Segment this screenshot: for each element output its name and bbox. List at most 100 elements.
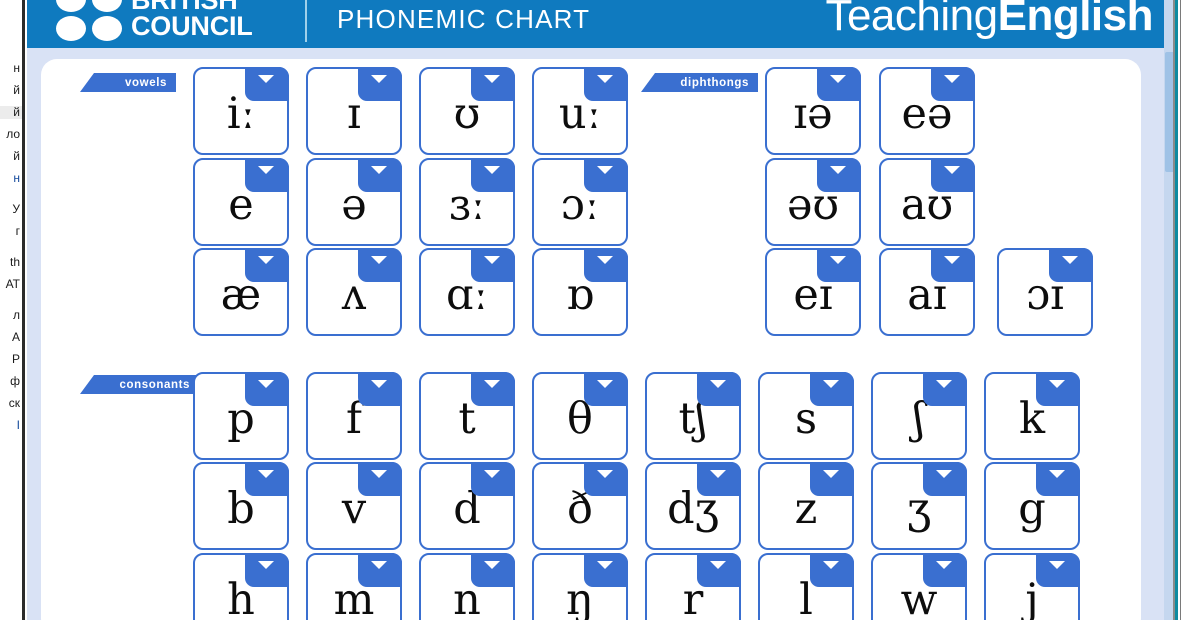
chevron-down-icon[interactable]	[584, 67, 628, 101]
chevron-down-icon[interactable]	[471, 553, 515, 587]
phoneme-card-consonant[interactable]: tʃ	[645, 372, 741, 460]
sidebar-link[interactable]: Р	[0, 353, 22, 366]
chevron-down-icon[interactable]	[584, 553, 628, 587]
chevron-down-icon[interactable]	[817, 67, 861, 101]
sidebar-link[interactable]: й	[0, 106, 22, 119]
chevron-down-icon[interactable]	[817, 248, 861, 282]
phoneme-card-consonant[interactable]: v	[306, 462, 402, 550]
sidebar-link[interactable]: ск	[0, 397, 22, 410]
phoneme-card-vowel[interactable]: ɒ	[532, 248, 628, 336]
phoneme-card-vowel[interactable]: ə	[306, 158, 402, 246]
phoneme-card-diphthong[interactable]: aʊ	[879, 158, 975, 246]
phoneme-card-consonant[interactable]: m	[306, 553, 402, 620]
sidebar-link[interactable]: й	[0, 150, 22, 163]
chevron-down-icon[interactable]	[245, 553, 289, 587]
chevron-down-icon[interactable]	[245, 158, 289, 192]
phoneme-card-vowel[interactable]: ɑː	[419, 248, 515, 336]
phoneme-card-consonant[interactable]: dʒ	[645, 462, 741, 550]
chevron-down-icon[interactable]	[584, 248, 628, 282]
phoneme-card-consonant[interactable]: l	[758, 553, 854, 620]
chevron-down-icon[interactable]	[697, 372, 741, 406]
phoneme-card-consonant[interactable]: ð	[532, 462, 628, 550]
phoneme-card-consonant[interactable]: k	[984, 372, 1080, 460]
phoneme-card-vowel[interactable]: æ	[193, 248, 289, 336]
phoneme-card-consonant[interactable]: g	[984, 462, 1080, 550]
chevron-down-icon[interactable]	[358, 462, 402, 496]
phoneme-card-consonant[interactable]: b	[193, 462, 289, 550]
phoneme-card-consonant[interactable]: θ	[532, 372, 628, 460]
chevron-down-icon[interactable]	[931, 67, 975, 101]
sidebar-link[interactable]: th	[0, 256, 22, 269]
phoneme-card-consonant[interactable]: t	[419, 372, 515, 460]
phoneme-card-consonant[interactable]: n	[419, 553, 515, 620]
sidebar-link[interactable]: н	[0, 62, 22, 75]
phoneme-card-consonant[interactable]: r	[645, 553, 741, 620]
phoneme-card-consonant[interactable]: d	[419, 462, 515, 550]
phoneme-card-vowel[interactable]: ɔː	[532, 158, 628, 246]
phoneme-card-vowel[interactable]: ʊ	[419, 67, 515, 155]
chevron-down-icon[interactable]	[697, 462, 741, 496]
phoneme-card-consonant[interactable]: ŋ	[532, 553, 628, 620]
chevron-down-icon[interactable]	[245, 462, 289, 496]
chevron-down-icon[interactable]	[1036, 372, 1080, 406]
chevron-down-icon[interactable]	[584, 462, 628, 496]
phoneme-card-consonant[interactable]: s	[758, 372, 854, 460]
british-council-logo[interactable]: BRITISH COUNCIL	[56, 0, 253, 48]
chevron-down-icon[interactable]	[245, 248, 289, 282]
chevron-down-icon[interactable]	[358, 158, 402, 192]
phoneme-card-vowel[interactable]: ɜː	[419, 158, 515, 246]
chevron-down-icon[interactable]	[358, 553, 402, 587]
chevron-down-icon[interactable]	[697, 553, 741, 587]
chevron-down-icon[interactable]	[1049, 248, 1093, 282]
phoneme-card-vowel[interactable]: uː	[532, 67, 628, 155]
chevron-down-icon[interactable]	[1036, 553, 1080, 587]
chevron-down-icon[interactable]	[358, 248, 402, 282]
phoneme-card-consonant[interactable]: w	[871, 553, 967, 620]
phoneme-card-consonant[interactable]: f	[306, 372, 402, 460]
phoneme-card-diphthong[interactable]: eə	[879, 67, 975, 155]
chevron-down-icon[interactable]	[471, 248, 515, 282]
phoneme-card-consonant[interactable]: h	[193, 553, 289, 620]
chevron-down-icon[interactable]	[471, 67, 515, 101]
sidebar-link[interactable]: н	[0, 172, 22, 185]
phoneme-card-diphthong[interactable]: ɪə	[765, 67, 861, 155]
phoneme-card-diphthong[interactable]: aɪ	[879, 248, 975, 336]
sidebar-link[interactable]: У	[0, 203, 22, 216]
phoneme-card-consonant[interactable]: z	[758, 462, 854, 550]
sidebar-link[interactable]: ф	[0, 375, 22, 388]
teaching-english-brand[interactable]: Teaching English	[825, 0, 1153, 42]
chevron-down-icon[interactable]	[358, 372, 402, 406]
sidebar-link[interactable]: I	[0, 419, 22, 432]
chevron-down-icon[interactable]	[471, 462, 515, 496]
chevron-down-icon[interactable]	[923, 553, 967, 587]
phoneme-card-diphthong[interactable]: əʊ	[765, 158, 861, 246]
chevron-down-icon[interactable]	[810, 553, 854, 587]
phoneme-card-consonant[interactable]: ʃ	[871, 372, 967, 460]
chevron-down-icon[interactable]	[584, 372, 628, 406]
chevron-down-icon[interactable]	[931, 158, 975, 192]
chevron-down-icon[interactable]	[1036, 462, 1080, 496]
phoneme-card-vowel[interactable]: ɪ	[306, 67, 402, 155]
phoneme-card-consonant[interactable]: j	[984, 553, 1080, 620]
chevron-down-icon[interactable]	[245, 67, 289, 101]
phoneme-card-consonant[interactable]: p	[193, 372, 289, 460]
phoneme-card-vowel[interactable]: ʌ	[306, 248, 402, 336]
phoneme-card-vowel[interactable]: iː	[193, 67, 289, 155]
chevron-down-icon[interactable]	[471, 158, 515, 192]
chevron-down-icon[interactable]	[584, 158, 628, 192]
sidebar-link[interactable]: г	[0, 225, 22, 238]
sidebar-link[interactable]: ло	[0, 128, 22, 141]
chevron-down-icon[interactable]	[471, 372, 515, 406]
chevron-down-icon[interactable]	[931, 248, 975, 282]
phoneme-card-consonant[interactable]: ʒ	[871, 462, 967, 550]
chevron-down-icon[interactable]	[810, 372, 854, 406]
chevron-down-icon[interactable]	[923, 372, 967, 406]
phoneme-card-diphthong[interactable]: eɪ	[765, 248, 861, 336]
chevron-down-icon[interactable]	[245, 372, 289, 406]
chevron-down-icon[interactable]	[810, 462, 854, 496]
chevron-down-icon[interactable]	[923, 462, 967, 496]
chevron-down-icon[interactable]	[817, 158, 861, 192]
sidebar-link[interactable]: АТ	[0, 278, 22, 291]
sidebar-link[interactable]: л	[0, 309, 22, 322]
sidebar-link[interactable]: й	[0, 84, 22, 97]
